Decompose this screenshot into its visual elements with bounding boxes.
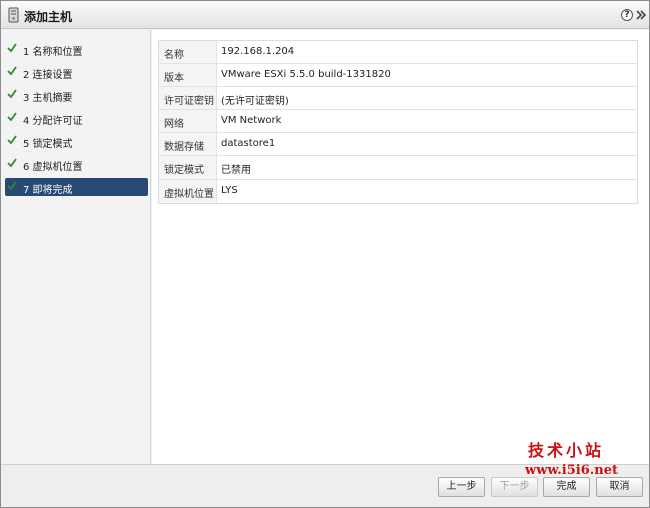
summary-panel: 名称 192.168.1.204 版本 VMware ESXi 5.5.0 bu… [152,30,649,464]
summary-row-name: 名称 192.168.1.204 [159,41,637,65]
checkmark-icon [7,158,17,168]
next-button[interactable]: 下一步 [491,477,538,497]
cancel-button[interactable]: 取消 [596,477,643,497]
step-ready-to-complete[interactable]: 7 即将完成 [5,178,148,196]
summary-value: 已禁用 [221,165,251,177]
summary-value: datastore1 [221,138,276,150]
back-button[interactable]: 上一步 [438,477,485,497]
summary-key: 版本 [159,64,217,87]
summary-row-license: 许可证密钥 (无许可证密钥) [159,87,637,111]
step-label: 5 锁定模式 [23,139,73,150]
step-label: 7 即将完成 [23,185,73,196]
summary-table: 名称 192.168.1.204 版本 VMware ESXi 5.5.0 bu… [158,40,638,204]
step-label: 4 分配许可证 [23,116,83,127]
summary-row-lockdown: 锁定模式 已禁用 [159,156,637,180]
summary-key: 网络 [159,110,217,133]
step-connection-settings[interactable]: 2 连接设置 [5,63,148,81]
step-vm-location[interactable]: 6 虚拟机位置 [5,155,148,173]
summary-key: 名称 [159,41,217,64]
step-name-location[interactable]: 1 名称和位置 [5,40,148,58]
summary-key: 数据存储 [159,133,217,156]
step-label: 6 虚拟机位置 [23,162,83,173]
step-host-summary[interactable]: 3 主机摘要 [5,86,148,104]
checkmark-icon [7,89,17,99]
step-label: 3 主机摘要 [23,93,73,104]
step-assign-license[interactable]: 4 分配许可证 [5,109,148,127]
summary-row-network: 网络 VM Network [159,110,637,134]
summary-value: (无许可证密钥) [221,96,289,108]
title-bar: 添加主机 ? [1,1,649,29]
watermark-url: www.i5i6.net [525,463,619,478]
summary-row-datastore: 数据存储 datastore1 [159,133,637,157]
finish-button[interactable]: 完成 [543,477,590,497]
summary-value: LYS [221,184,238,196]
help-icon[interactable]: ? [621,9,633,21]
summary-value: 192.168.1.204 [221,46,295,57]
dialog-title: 添加主机 [24,10,73,24]
summary-value: VMware ESXi 5.5.0 build-1331820 [221,69,391,81]
summary-row-version: 版本 VMware ESXi 5.5.0 build-1331820 [159,64,637,88]
step-label: 2 连接设置 [23,70,73,81]
checkmark-icon [7,43,17,53]
summary-key: 锁定模式 [159,156,217,179]
summary-row-vm-location: 虚拟机位置 LYS [159,179,637,203]
checkmark-icon [7,181,17,191]
summary-key: 许可证密钥 [159,87,217,110]
checkmark-icon [7,135,17,145]
summary-value: VM Network [221,115,282,127]
step-label: 1 名称和位置 [23,47,83,58]
step-lockdown-mode[interactable]: 5 锁定模式 [5,132,148,150]
checkmark-icon [7,66,17,76]
watermark-title: 技术小站 [528,441,605,460]
checkmark-icon [7,112,17,122]
host-icon [8,7,19,23]
wizard-steps: 1 名称和位置 2 连接设置 3 主机摘要 4 分配许可证 5 锁定模式 6 虚… [1,30,151,464]
double-chevron-right-icon[interactable] [635,9,647,21]
summary-key: 虚拟机位置 [159,179,217,203]
add-host-dialog: 添加主机 ? 1 名称和位置 2 连接设置 3 主机摘要 4 分配许可证 5 锁… [0,0,650,508]
